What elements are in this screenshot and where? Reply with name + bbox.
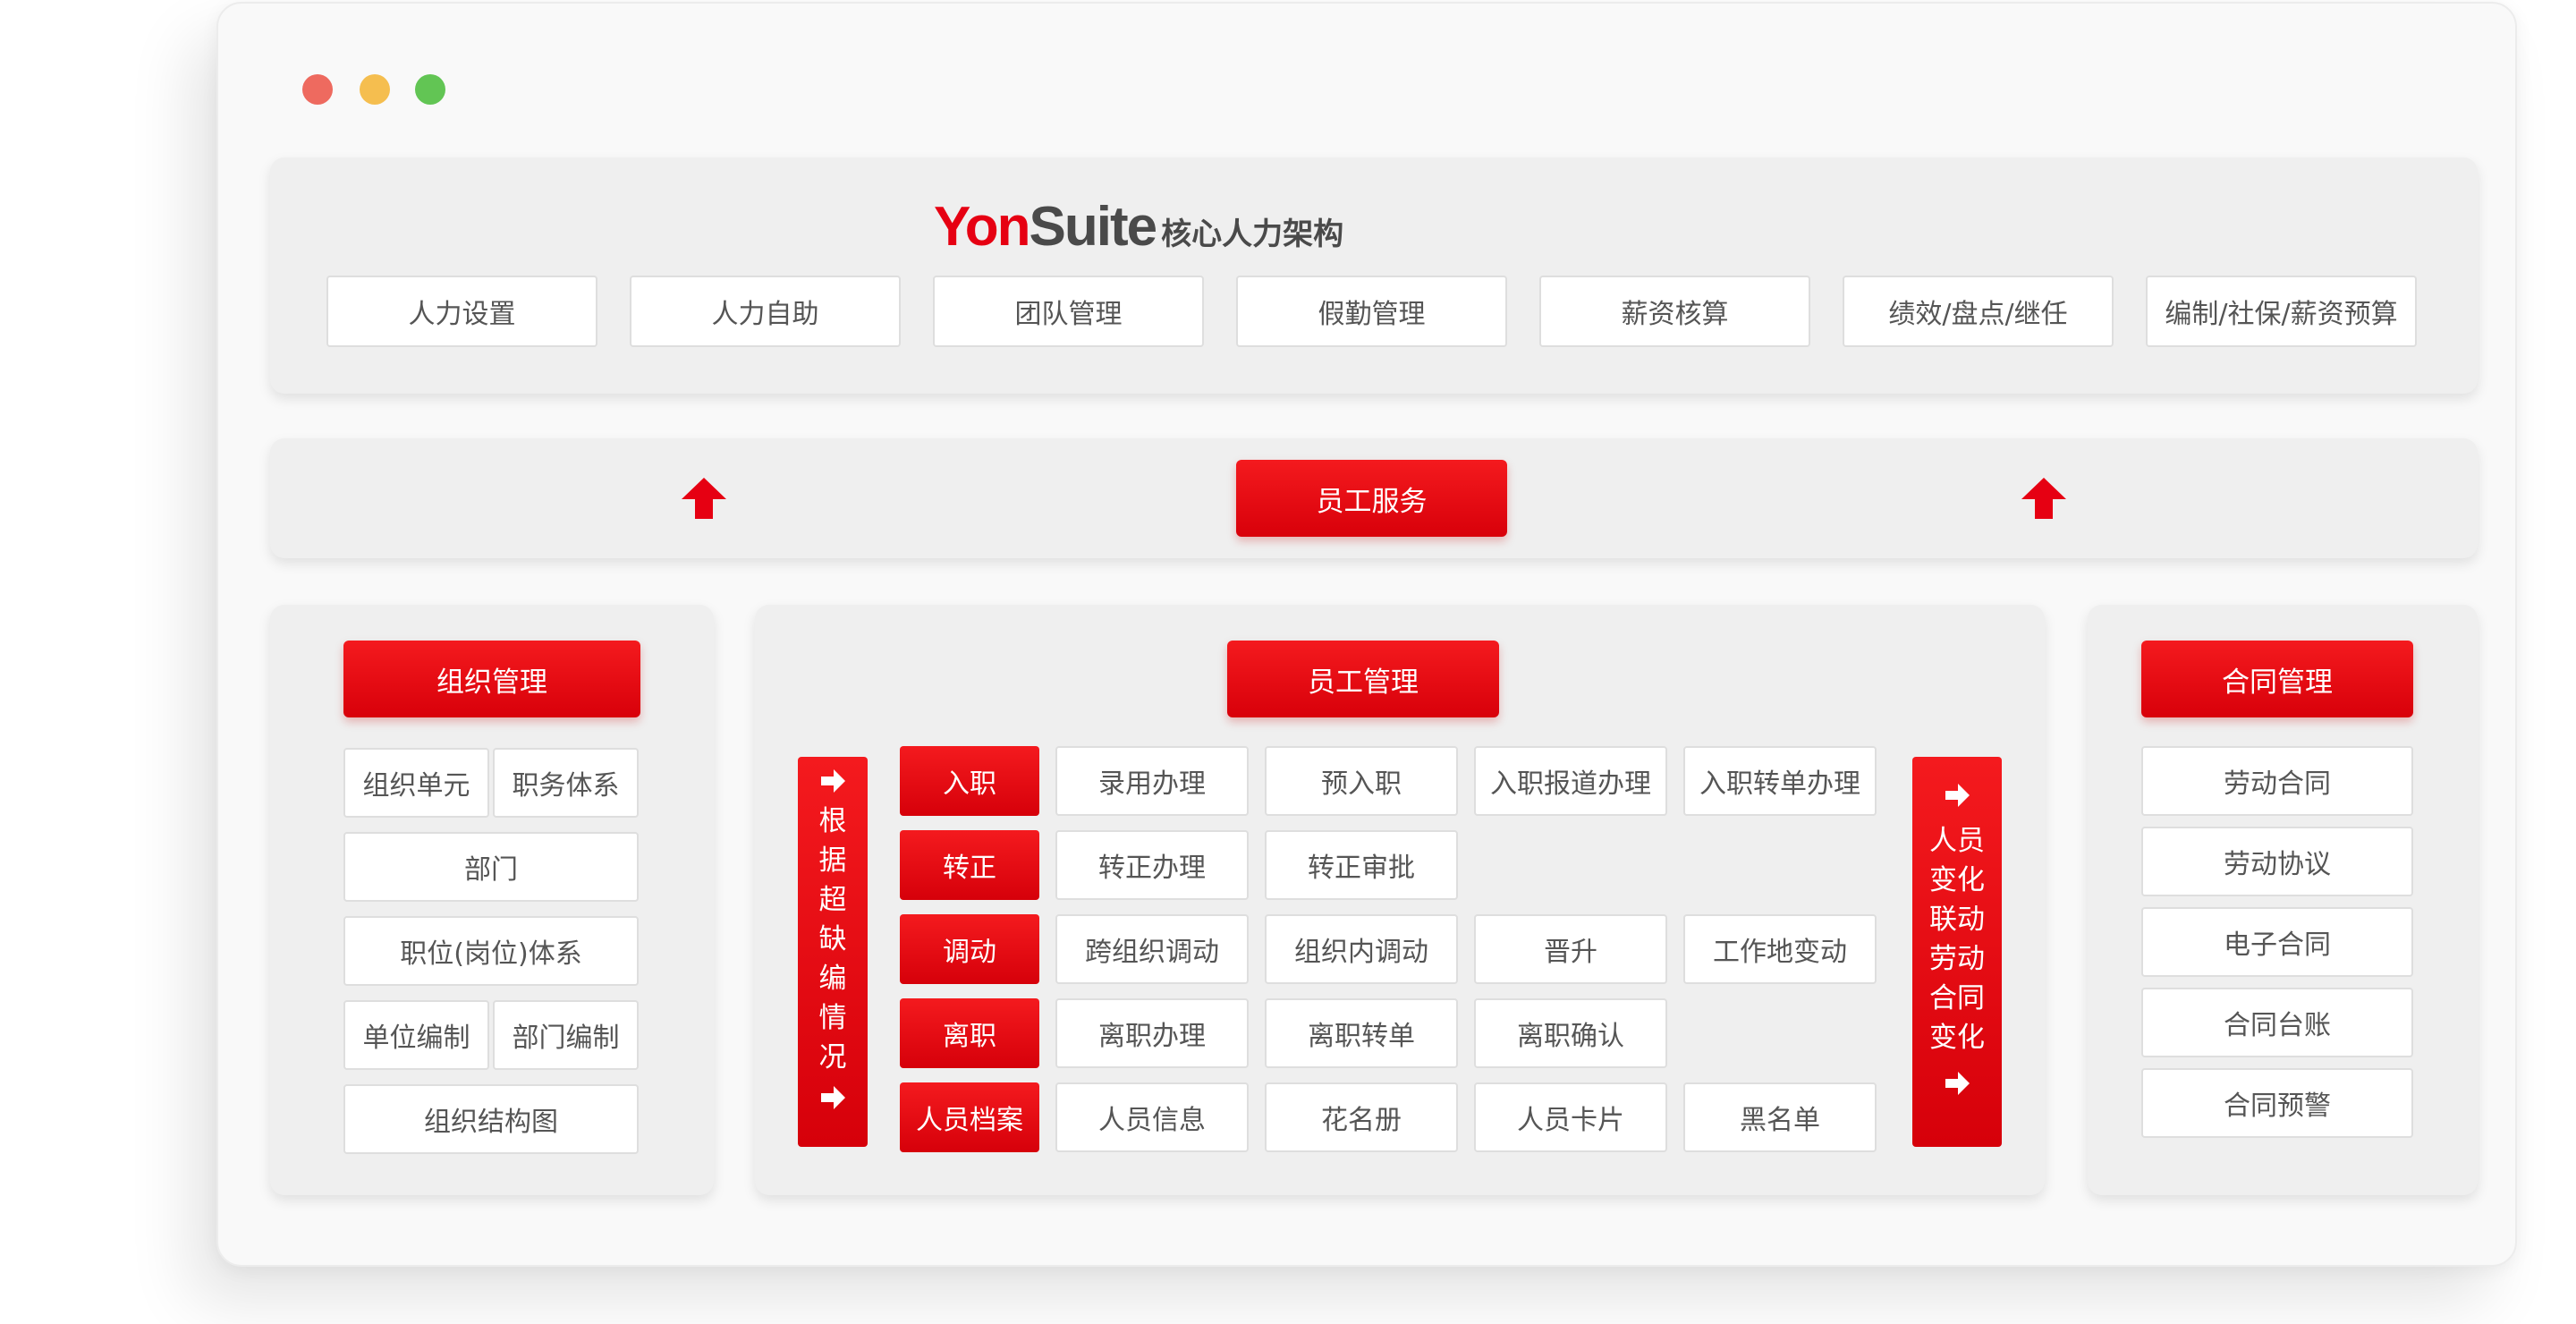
row-item[interactable]: 组织内调动: [1265, 914, 1458, 984]
left-bar-char: 根: [818, 805, 847, 837]
right-bar-text: 劳动: [1929, 943, 1985, 975]
row-item[interactable]: 预入职: [1265, 746, 1458, 816]
contract-item-labor-agreement[interactable]: 劳动协议: [2141, 827, 2413, 896]
left-bar-char: 况: [818, 1041, 847, 1074]
row-item[interactable]: 离职转单: [1265, 998, 1458, 1068]
up-arrow-icon: [682, 478, 726, 519]
org-item-org-unit[interactable]: 组织单元: [343, 748, 489, 818]
left-bar-char: 编: [818, 963, 847, 995]
yonsuite-logo: Yon Suite 核心人力架构: [934, 192, 1343, 255]
right-arrow-icon: [1945, 1072, 1970, 1095]
row-item[interactable]: 离职办理: [1055, 998, 1249, 1068]
window-close-dot[interactable]: [302, 74, 333, 105]
right-bar-text: 人员: [1929, 825, 1985, 857]
row-item[interactable]: 工作地变动: [1683, 914, 1877, 984]
contract-management-title[interactable]: 合同管理: [2141, 641, 2413, 717]
row-item[interactable]: 转正办理: [1055, 830, 1249, 900]
left-bar-char: 缺: [818, 923, 847, 955]
org-item-org-chart[interactable]: 组织结构图: [343, 1084, 639, 1154]
row-tag-regularization[interactable]: 转正: [900, 830, 1039, 900]
row-item[interactable]: 花名册: [1265, 1082, 1458, 1152]
right-arrow-icon: [821, 769, 845, 793]
row-item[interactable]: 人员信息: [1055, 1082, 1249, 1152]
header-item-hr-self-service[interactable]: 人力自助: [630, 276, 901, 347]
row-item[interactable]: 录用办理: [1055, 746, 1249, 816]
left-bar-char: 情: [818, 1002, 847, 1034]
headcount-basis-bar: 根 据 超 缺 编 情 况: [798, 757, 868, 1147]
row-tag-transfer[interactable]: 调动: [900, 914, 1039, 984]
page-title: 核心人力架构: [1161, 216, 1344, 252]
contract-item-alert[interactable]: 合同预警: [2141, 1068, 2413, 1138]
org-item-position-system[interactable]: 职位(岗位)体系: [343, 916, 639, 986]
row-tag-personnel-records[interactable]: 人员档案: [900, 1082, 1039, 1152]
row-item[interactable]: 人员卡片: [1474, 1082, 1667, 1152]
up-arrow-icon: [2021, 478, 2066, 519]
right-bar-text: 变化: [1929, 1022, 1985, 1054]
right-bar-text: 合同: [1929, 982, 1985, 1014]
header-item-attendance[interactable]: 假勤管理: [1236, 276, 1507, 347]
row-item[interactable]: 晋升: [1474, 914, 1667, 984]
row-tag-onboarding[interactable]: 入职: [900, 746, 1039, 816]
brand-dark-text: Suite: [1029, 196, 1158, 258]
row-item[interactable]: 离职确认: [1474, 998, 1667, 1068]
contract-linkage-bar: 人员 变化 联动 劳动 合同 变化: [1912, 757, 2002, 1147]
employee-management-title[interactable]: 员工管理: [1227, 641, 1499, 717]
employee-service-button[interactable]: 员工服务: [1236, 460, 1507, 537]
left-bar-char: 超: [818, 884, 847, 916]
org-item-unit-headcount[interactable]: 单位编制: [343, 1000, 489, 1070]
org-item-department[interactable]: 部门: [343, 832, 639, 902]
row-item[interactable]: 入职转单办理: [1683, 746, 1877, 816]
window-minimize-dot[interactable]: [360, 74, 390, 105]
header-item-hr-settings[interactable]: 人力设置: [326, 276, 597, 347]
right-bar-text: 联动: [1929, 904, 1985, 936]
header-item-performance[interactable]: 绩效/盘点/继任: [1843, 276, 2114, 347]
contract-item-ledger[interactable]: 合同台账: [2141, 988, 2413, 1057]
row-item[interactable]: 转正审批: [1265, 830, 1458, 900]
window-maximize-dot[interactable]: [415, 74, 445, 105]
left-bar-char: 据: [818, 844, 847, 877]
row-tag-resignation[interactable]: 离职: [900, 998, 1039, 1068]
contract-item-e-contract[interactable]: 电子合同: [2141, 907, 2413, 977]
org-item-dept-headcount[interactable]: 部门编制: [493, 1000, 639, 1070]
contract-item-labor-contract[interactable]: 劳动合同: [2141, 746, 2413, 816]
row-item[interactable]: 黑名单: [1683, 1082, 1877, 1152]
right-arrow-icon: [821, 1086, 845, 1109]
row-item[interactable]: 入职报道办理: [1474, 746, 1667, 816]
org-management-title[interactable]: 组织管理: [343, 641, 640, 717]
header-item-budget[interactable]: 编制/社保/薪资预算: [2146, 276, 2417, 347]
org-item-job-system[interactable]: 职务体系: [493, 748, 639, 818]
header-item-payroll[interactable]: 薪资核算: [1539, 276, 1810, 347]
row-item[interactable]: 跨组织调动: [1055, 914, 1249, 984]
right-bar-text: 变化: [1929, 864, 1985, 896]
brand-red-text: Yon: [934, 196, 1030, 258]
header-item-team-management[interactable]: 团队管理: [933, 276, 1204, 347]
right-arrow-icon: [1945, 784, 1970, 807]
